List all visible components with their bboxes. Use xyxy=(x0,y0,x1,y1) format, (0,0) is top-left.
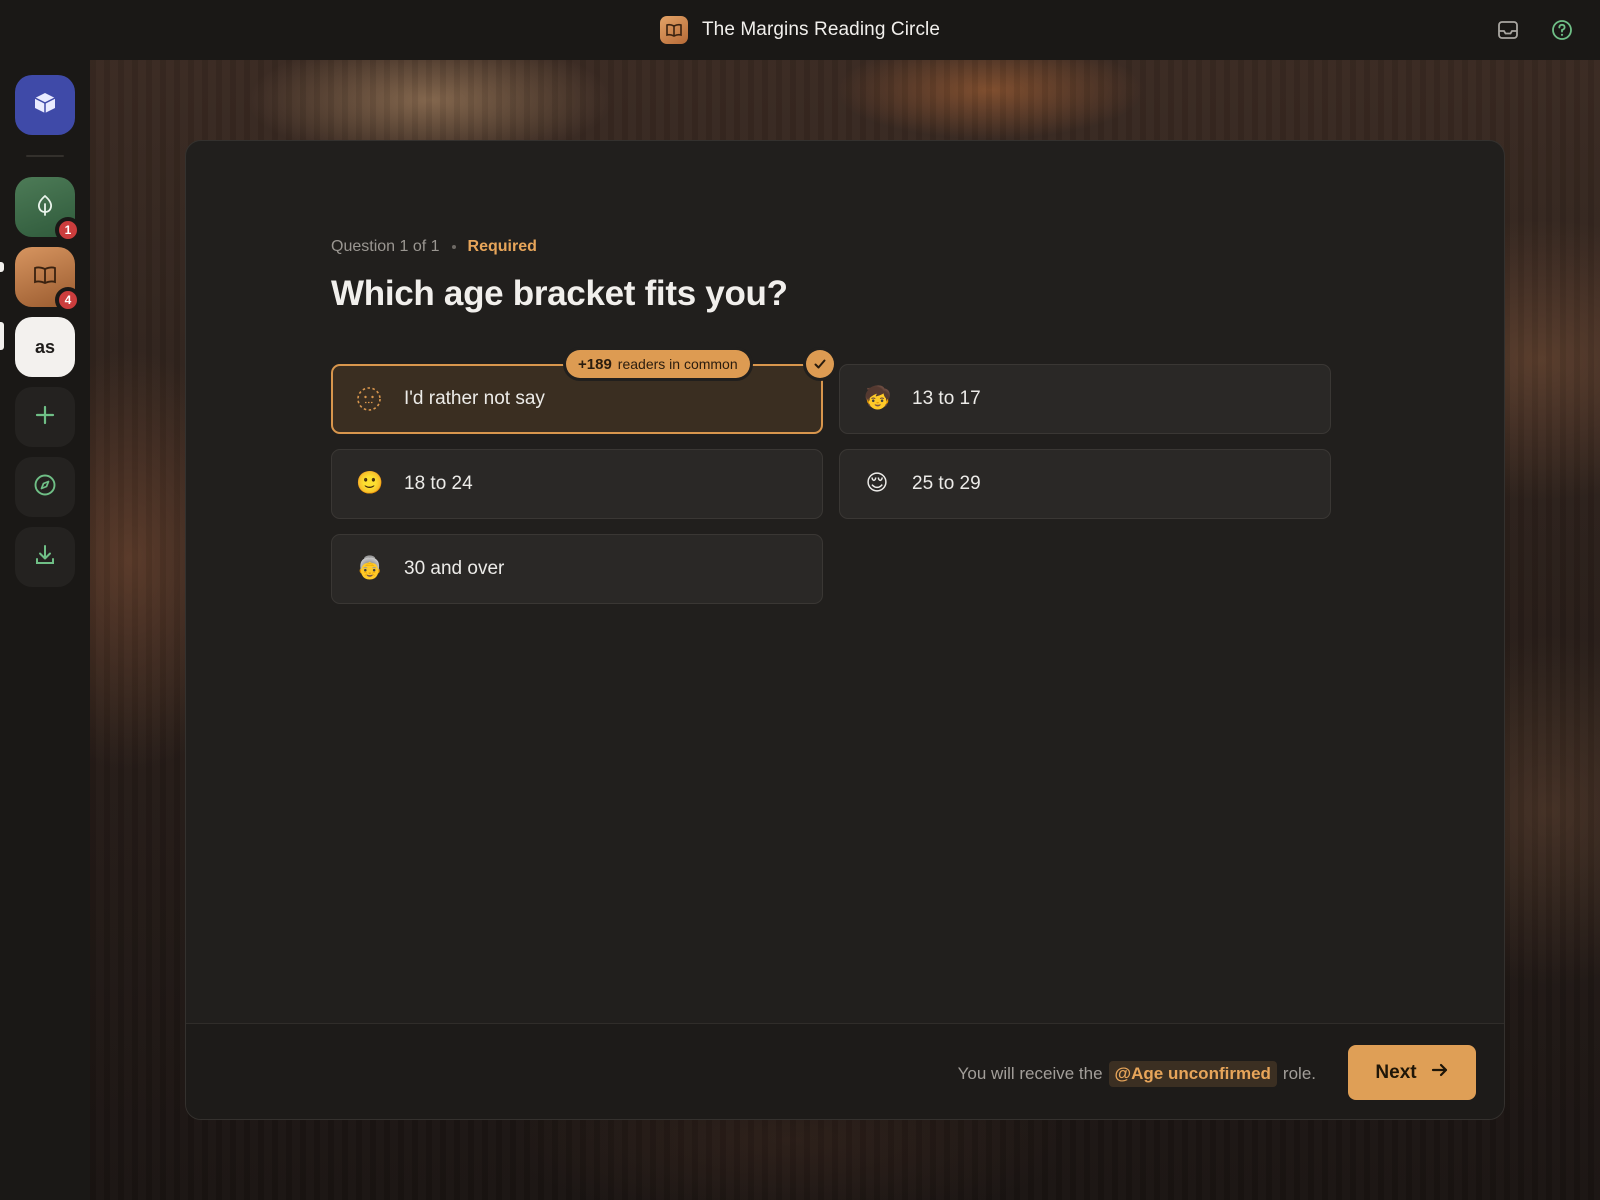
option-30-and-over[interactable]: 👵 30 and over xyxy=(331,534,823,604)
child-emoji-icon: 🧒 xyxy=(864,386,892,411)
rail-separator xyxy=(26,155,64,157)
unread-indicator xyxy=(0,262,4,272)
leaf-icon xyxy=(33,193,57,222)
server-rail: 1 4 as xyxy=(0,60,90,1200)
check-icon xyxy=(806,350,834,378)
explore-button[interactable] xyxy=(15,457,75,517)
server-title-wrap: The Margins Reading Circle xyxy=(659,16,941,44)
book-icon xyxy=(33,264,57,291)
badge-connector xyxy=(771,364,803,365)
option-18-to-24[interactable]: 🙂 18 to 24 xyxy=(331,449,823,519)
help-icon[interactable] xyxy=(1550,18,1574,42)
mention-badge: 4 xyxy=(55,287,81,313)
option-label: 18 to 24 xyxy=(404,473,473,494)
arrow-right-icon xyxy=(1431,1062,1449,1084)
question-counter: Question 1 of 1 xyxy=(331,238,440,255)
option-label: I'd rather not say xyxy=(404,388,545,409)
older-person-emoji-icon: 👵 xyxy=(356,556,384,581)
server-reading-circle[interactable]: 4 xyxy=(15,247,81,313)
slight-smile-emoji-icon: 🙂 xyxy=(356,471,384,496)
compass-icon xyxy=(33,473,57,502)
top-bar: The Margins Reading Circle xyxy=(0,0,1600,60)
home-cube-icon xyxy=(32,90,58,121)
dotted-face-emoji-icon xyxy=(356,386,382,412)
modal-footer: You will receive the @Age unconfirmed ro… xyxy=(186,1023,1504,1119)
question-meta: Question 1 of 1 Required xyxy=(331,238,537,256)
onboarding-modal: Question 1 of 1 Required Which age brack… xyxy=(185,140,1505,1120)
mention-badge: 1 xyxy=(55,217,81,243)
relieved-face-emoji-icon: 😌 xyxy=(865,471,889,496)
download-icon xyxy=(34,544,56,571)
role-prefix: You will receive the xyxy=(957,1064,1103,1083)
home-button[interactable] xyxy=(15,75,75,135)
plus-icon xyxy=(35,405,55,430)
required-label: Required xyxy=(467,238,537,255)
option-25-to-29[interactable]: 😌 25 to 29 xyxy=(839,449,1331,519)
download-apps-button[interactable] xyxy=(15,527,75,587)
meta-separator xyxy=(451,245,456,249)
server-leaf[interactable]: 1 xyxy=(15,177,81,243)
option-13-to-17[interactable]: 🧒 13 to 17 xyxy=(839,364,1331,434)
readers-common-text: readers in common xyxy=(617,356,738,372)
add-server-button[interactable] xyxy=(15,387,75,447)
active-indicator xyxy=(0,322,4,350)
option-label: 13 to 17 xyxy=(912,388,981,409)
readers-common-count: +189 xyxy=(578,355,612,373)
inbox-icon[interactable] xyxy=(1496,18,1520,42)
readers-in-common-badge: +189 readers in common xyxy=(566,350,750,378)
server-as[interactable]: as xyxy=(15,317,75,377)
option-label: 30 and over xyxy=(404,558,505,579)
role-notice: You will receive the @Age unconfirmed ro… xyxy=(958,1061,1316,1087)
next-button[interactable]: Next xyxy=(1348,1045,1476,1100)
option-label: 25 to 29 xyxy=(912,473,981,494)
role-suffix: role. xyxy=(1282,1064,1316,1083)
role-mention: @Age unconfirmed xyxy=(1108,1061,1277,1087)
book-open-icon xyxy=(659,16,688,44)
question-title: Which age bracket fits you? xyxy=(331,274,788,313)
server-title: The Margins Reading Circle xyxy=(701,19,941,40)
next-label: Next xyxy=(1375,1061,1417,1083)
